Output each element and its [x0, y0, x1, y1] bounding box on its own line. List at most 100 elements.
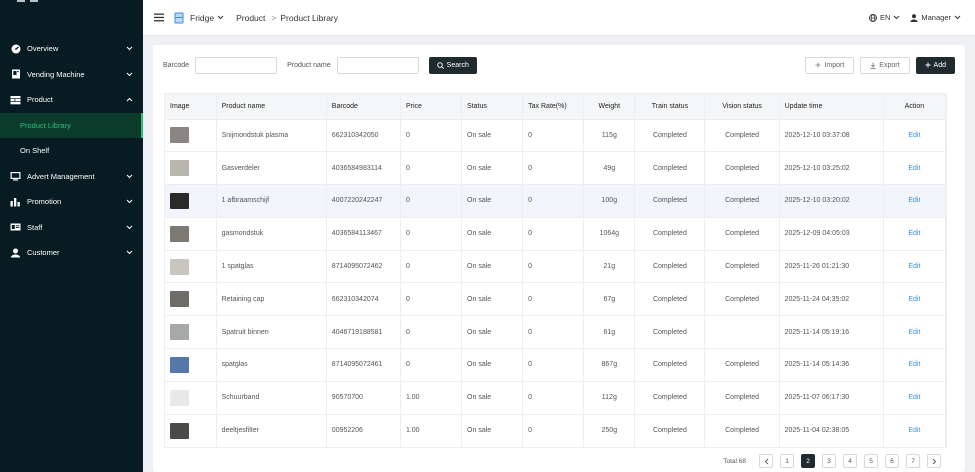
- edit-link[interactable]: Edit: [908, 132, 920, 139]
- column-header-barcode: Barcode: [326, 94, 401, 119]
- page-button[interactable]: 7: [906, 454, 920, 468]
- prev-page-button[interactable]: [759, 454, 773, 468]
- product-thumbnail[interactable]: [170, 324, 189, 341]
- cell-weight: 100g: [583, 184, 636, 218]
- sidebar-item-staff[interactable]: Staff: [0, 215, 143, 241]
- cell-weight: 115g: [583, 118, 636, 152]
- column-header-status: Status: [461, 94, 524, 119]
- product-table: Image Product name Barcode Price Status …: [164, 93, 947, 448]
- edit-link[interactable]: Edit: [908, 263, 920, 270]
- cell-status: On sale: [461, 348, 524, 382]
- breadcrumb-product[interactable]: Product: [236, 13, 265, 23]
- sidebar-item-overview[interactable]: Overview: [0, 36, 143, 62]
- chevron-down-icon: [125, 249, 133, 257]
- product-thumbnail[interactable]: [170, 422, 189, 439]
- page-button[interactable]: 3: [822, 454, 836, 468]
- edit-link[interactable]: Edit: [908, 427, 920, 434]
- cell-action: Edit: [883, 315, 947, 349]
- cell-action: Edit: [883, 118, 947, 152]
- globe-icon: [869, 13, 877, 22]
- barcode-input[interactable]: [195, 56, 278, 74]
- store-selector[interactable]: Fridge: [190, 13, 224, 23]
- cell-vision: Completed: [704, 380, 780, 415]
- sidebar-item-vending-machine[interactable]: Vending Machine: [0, 62, 143, 88]
- edit-link[interactable]: Edit: [908, 296, 920, 303]
- cell-price: 0: [400, 216, 463, 251]
- cell-barcode: 8714095072462: [326, 249, 401, 283]
- edit-link[interactable]: Edit: [908, 329, 920, 336]
- product-thumbnail[interactable]: [170, 127, 189, 144]
- page-button[interactable]: 4: [843, 454, 857, 468]
- export-button[interactable]: Export: [860, 56, 910, 74]
- table-row[interactable]: spatglas 8714095072461 0 On sale 0 867g Comple…: [165, 348, 947, 382]
- page-button-current[interactable]: 2: [801, 454, 815, 468]
- column-header-vision-status: Vision status: [704, 94, 780, 119]
- edit-link[interactable]: Edit: [908, 230, 920, 237]
- table-row[interactable]: 1 spatglas 8714095072462 0 On sale 0 21g Compl…: [165, 249, 947, 283]
- cell-barcode: 8714095072461: [326, 348, 401, 382]
- table-row[interactable]: Snijmondstuk plasma 662310342050 0 On sale 0…: [165, 118, 947, 152]
- cell-train: Completed: [634, 151, 706, 185]
- sidebar-item-product-library[interactable]: Product Library: [0, 112, 143, 138]
- language-selector[interactable]: EN: [869, 13, 900, 22]
- cell-barcode: 662310342074: [326, 282, 401, 316]
- plus-icon: [925, 62, 931, 68]
- sidebar-item-advert-management[interactable]: Advert Management: [0, 164, 143, 190]
- edit-link[interactable]: Edit: [908, 361, 920, 368]
- product-thumbnail[interactable]: [170, 258, 189, 275]
- cell-weight: 112g: [583, 380, 636, 415]
- edit-link[interactable]: Edit: [908, 165, 920, 172]
- cell-vision: Completed: [704, 348, 780, 382]
- product-thumbnail[interactable]: [170, 192, 189, 209]
- table-row[interactable]: 1 afbraamschijf 4007220242247 0 On sale 0 100…: [165, 184, 947, 218]
- chevron-down-icon: [125, 223, 133, 231]
- product-name-input[interactable]: [336, 56, 419, 74]
- page-button[interactable]: 5: [864, 454, 878, 468]
- import-button[interactable]: Import: [805, 56, 855, 74]
- cell-vision: Completed: [704, 118, 780, 152]
- product-library-panel: Barcode Product name Search Import Expor…: [153, 45, 965, 472]
- cell-image: [165, 282, 217, 316]
- cell-name: Snijmondstuk plasma: [216, 118, 327, 152]
- sidebar-item-customer[interactable]: Customer: [0, 240, 143, 266]
- page-button[interactable]: 6: [885, 454, 899, 468]
- menu-toggle-icon[interactable]: [154, 13, 164, 23]
- product-thumbnail[interactable]: [170, 225, 189, 242]
- page-button[interactable]: 1: [780, 454, 794, 468]
- edit-link[interactable]: Edit: [908, 394, 920, 401]
- sidebar-item-promotion[interactable]: Promotion: [0, 189, 143, 215]
- table-row[interactable]: Retaining cap 662310342074 0 On sale 0 67g Com…: [165, 282, 947, 316]
- sidebar-item-product[interactable]: Product: [0, 87, 143, 113]
- cell-vision: Completed: [704, 249, 780, 283]
- cell-image: [165, 413, 217, 447]
- next-page-button[interactable]: [927, 454, 941, 468]
- add-product-button[interactable]: Add: [915, 56, 955, 74]
- user-menu[interactable]: Manager: [910, 13, 961, 22]
- product-thumbnail[interactable]: [170, 291, 189, 308]
- chevron-up-icon: [125, 96, 133, 104]
- cell-updated: 2025-11-07 06:17:30: [779, 380, 884, 415]
- product-thumbnail[interactable]: [170, 160, 189, 177]
- table-row[interactable]: Gasverdeler 4036584983114 0 On sale 0 49g Comp…: [165, 151, 947, 185]
- sidebar-item-label: Staff: [27, 222, 43, 232]
- product-thumbnail[interactable]: [170, 389, 189, 406]
- edit-link[interactable]: Edit: [908, 197, 920, 204]
- cell-status: On sale: [461, 151, 524, 185]
- column-header-action: Action: [883, 94, 947, 119]
- sidebar-item-on-shelf[interactable]: On Shelf: [0, 138, 143, 164]
- table-row[interactable]: deeltjesfilter 00952206 1.00 On sale 0 250g Co…: [165, 413, 947, 447]
- table-row[interactable]: gasmondstuk 4036584113467 0 On sale 0 1064g Co…: [165, 216, 947, 251]
- plus-icon: [815, 62, 821, 68]
- table-header-row: Image Product name Barcode Price Status …: [165, 94, 947, 119]
- sidebar-item-label: Promotion: [27, 197, 62, 207]
- product-thumbnail[interactable]: [170, 356, 189, 373]
- cell-updated: 2025-12-10 03:20:02: [779, 184, 884, 218]
- product-name-label: Product name: [287, 61, 331, 69]
- search-button[interactable]: Search: [428, 56, 477, 74]
- cell-name: Gasverdeler: [216, 151, 327, 185]
- table-row[interactable]: Schuurband 90570700 1.00 On sale 0 112g Comple…: [165, 380, 947, 415]
- table-row[interactable]: Spatruit binnen 4046719188581 0 On sale 0 61g…: [165, 315, 947, 349]
- sidebar-menu: Overview Vending Machine Product Product…: [0, 36, 143, 266]
- cell-price: 0: [400, 315, 463, 349]
- cell-train: Completed: [634, 184, 706, 218]
